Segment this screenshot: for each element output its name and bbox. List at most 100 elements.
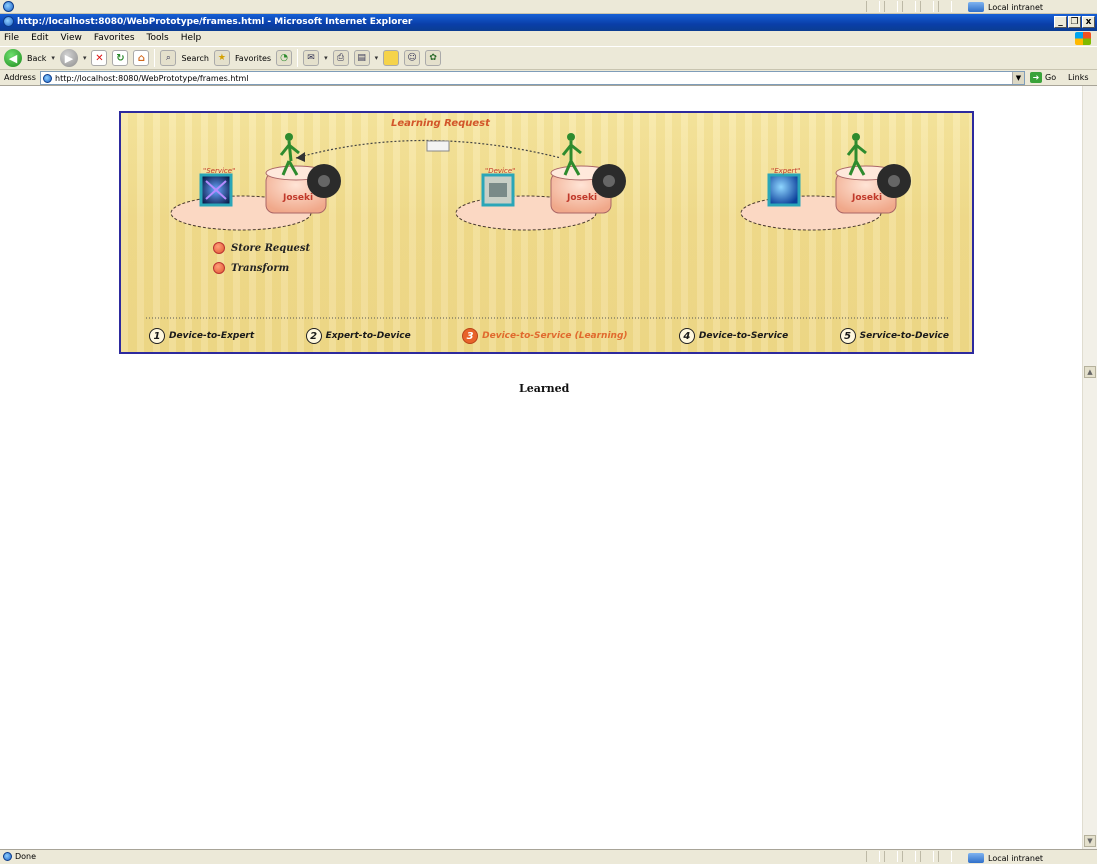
security-zone: Local intranet (968, 853, 1043, 863)
vertical-scrollbar[interactable]: ▲ ▼ (1082, 86, 1097, 849)
intranet-icon (968, 2, 984, 12)
status-segment (938, 851, 952, 862)
expert-node-label: "Expert" (771, 167, 801, 175)
back-button-label[interactable]: Back (27, 54, 46, 63)
service-server-label: Joseki (283, 193, 314, 203)
status-segment (866, 1, 880, 12)
back-dropdown-icon[interactable]: ▾ (51, 54, 55, 62)
windows-logo-icon (1075, 32, 1091, 45)
transform-dot-icon (213, 262, 225, 274)
search-icon[interactable]: ⌕ (160, 50, 177, 66)
expert-node (740, 133, 911, 231)
menu-help[interactable]: Help (181, 33, 202, 43)
service-node-label: "Service" (203, 167, 236, 175)
address-input[interactable]: http://localhost:8080/WebPrototype/frame… (40, 71, 1025, 85)
address-dropdown-icon[interactable]: ▼ (1012, 72, 1024, 84)
status-segment (884, 851, 898, 862)
intranet-icon (968, 853, 984, 863)
favorites-star-icon[interactable]: ★ (213, 50, 230, 66)
menu-favorites[interactable]: Favorites (94, 33, 135, 43)
menu-tools[interactable]: Tools (147, 33, 169, 43)
restore-button[interactable]: ❐ (1068, 16, 1081, 28)
step-label[interactable]: Device-to-Service (699, 331, 788, 341)
store-request-dot-icon (213, 242, 225, 254)
mail-dropdown-icon[interactable]: ▾ (324, 54, 328, 62)
step-number-icon[interactable]: 2 (305, 328, 322, 344)
scroll-up-icon[interactable]: ▲ (1084, 366, 1096, 378)
step-device-to-expert[interactable]: 1 Device-to-Expert (149, 328, 254, 344)
zone-label: Local intranet (988, 2, 1044, 12)
mail-icon[interactable]: ✉ (303, 50, 320, 66)
step-number-icon[interactable]: 4 (678, 328, 695, 344)
step-label[interactable]: Device-to-Service (Learning) (482, 331, 627, 341)
print-icon[interactable]: ⎙ (332, 50, 349, 66)
device-node (455, 133, 626, 231)
home-icon[interactable]: ⌂ (133, 50, 150, 66)
menu-file[interactable]: File (4, 33, 19, 43)
back-arrow-icon[interactable]: ◀ (4, 49, 22, 67)
top-status-strip: Local intranet (0, 0, 1097, 14)
folder-icon[interactable] (383, 50, 400, 66)
message-envelope-icon (426, 140, 450, 152)
window-title-bar[interactable]: http://localhost:8080/WebPrototype/frame… (0, 14, 1097, 31)
status-bar: Done Local intranet (0, 849, 1097, 864)
edit-icon[interactable]: ▤ (353, 50, 370, 66)
device-server-label: Joseki (567, 193, 598, 203)
forward-arrow-icon[interactable]: ▶ (59, 49, 78, 67)
stop-icon[interactable]: ✕ (91, 50, 108, 66)
standard-toolbar: ◀ Back ▾ ▶ ▾ ✕ ↻ ⌂ ⌕ Search ★ Favorites … (0, 46, 1097, 69)
scenario-banner: Learning Request "Service" Joseki "Devic… (119, 111, 974, 354)
device-node-label: "Device" (485, 167, 516, 175)
scroll-down-icon[interactable]: ▼ (1084, 835, 1096, 847)
step-navigation: 1 Device-to-Expert 2 Expert-to-Device 3 … (149, 328, 949, 344)
go-arrow-icon[interactable]: ➜ (1030, 72, 1042, 83)
messenger-icon[interactable]: ☺ (404, 50, 421, 66)
refresh-icon[interactable]: ↻ (112, 50, 129, 66)
step-number-icon[interactable]: 5 (839, 328, 856, 344)
go-button[interactable]: ➜ Go (1030, 72, 1056, 83)
extension-icon[interactable]: ✿ (425, 50, 442, 66)
menu-edit[interactable]: Edit (31, 33, 48, 43)
toolbar-separator (297, 49, 299, 67)
address-bar: Address http://localhost:8080/WebPrototy… (0, 69, 1097, 86)
page-status-icon (3, 852, 12, 861)
status-segment (902, 851, 916, 862)
go-label[interactable]: Go (1045, 73, 1056, 82)
step-service-to-device[interactable]: 5 Service-to-Device (839, 328, 949, 344)
status-segment (920, 851, 934, 862)
search-button-label[interactable]: Search (181, 54, 208, 63)
zone-label: Local intranet (988, 853, 1044, 863)
status-text: Done (15, 852, 37, 861)
step-label[interactable]: Device-to-Expert (169, 331, 254, 341)
address-url[interactable]: http://localhost:8080/WebPrototype/frame… (55, 74, 249, 83)
expert-server-label: Joseki (852, 193, 883, 203)
menu-view[interactable]: View (61, 33, 82, 43)
forward-dropdown-icon[interactable]: ▾ (83, 54, 87, 62)
close-button[interactable]: x (1082, 16, 1095, 28)
step-device-to-service[interactable]: 4 Device-to-Service (678, 328, 788, 344)
legend-store-request: Store Request (213, 242, 310, 254)
history-icon[interactable]: ◔ (276, 50, 293, 66)
ie-icon (3, 16, 14, 27)
security-zone: Local intranet (968, 2, 1043, 12)
edit-dropdown-icon[interactable]: ▾ (375, 54, 379, 62)
status-segment (884, 1, 898, 12)
step-number-icon[interactable]: 1 (149, 328, 165, 344)
links-button[interactable]: Links (1068, 73, 1089, 82)
step-device-to-service-learning[interactable]: 3 Device-to-Service (Learning) (462, 328, 628, 344)
step-expert-to-device[interactable]: 2 Expert-to-Device (305, 328, 411, 344)
favorites-button-label[interactable]: Favorites (235, 54, 271, 63)
step-label[interactable]: Service-to-Device (860, 331, 949, 341)
toolbar-separator (154, 49, 156, 67)
status-segment (902, 1, 916, 12)
step-label[interactable]: Expert-to-Device (326, 331, 411, 341)
legend-label: Store Request (231, 242, 311, 254)
service-node (170, 133, 341, 231)
address-label: Address (4, 73, 36, 82)
step-number-icon[interactable]: 3 (462, 328, 479, 344)
status-segment (938, 1, 952, 12)
scenario-diagram (146, 133, 949, 319)
status-segment (866, 851, 880, 862)
minimize-button[interactable]: _ (1054, 16, 1067, 28)
learning-request-label: Learning Request (391, 118, 490, 129)
